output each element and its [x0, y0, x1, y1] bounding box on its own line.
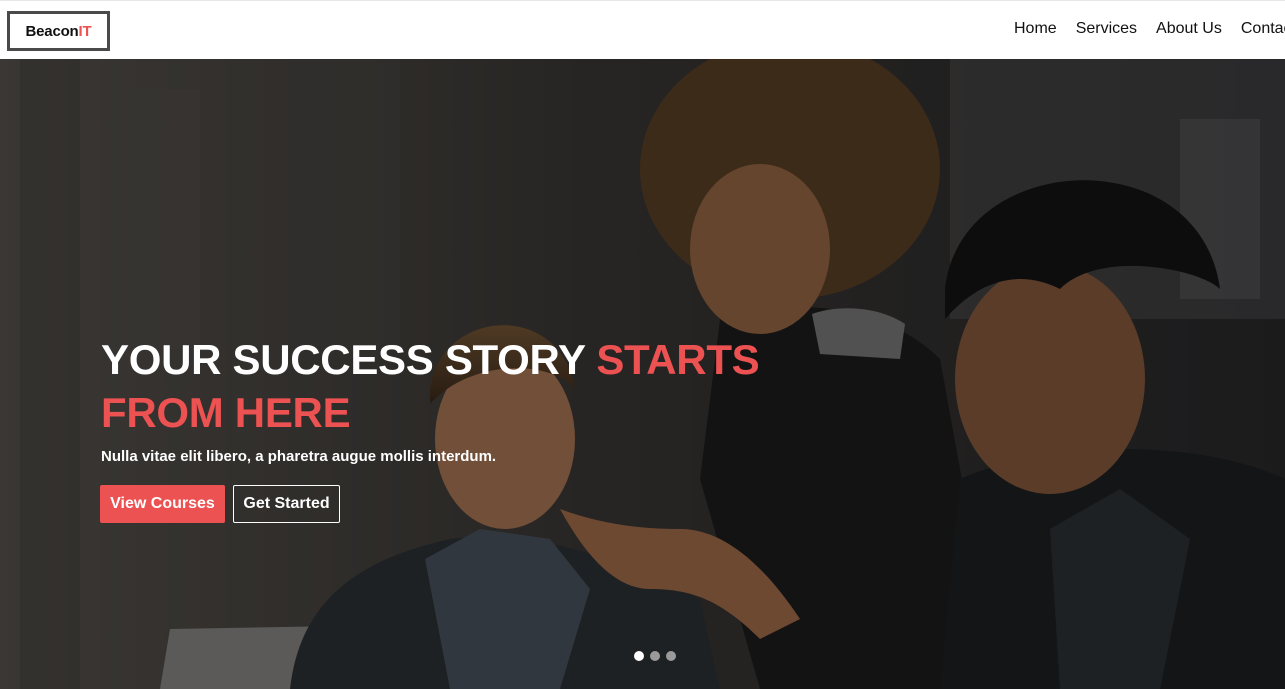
view-courses-button[interactable]: View Courses — [100, 485, 225, 523]
hero-subtitle: Nulla vitae elit libero, a pharetra augu… — [101, 448, 497, 465]
nav-item-about-us[interactable]: About Us — [1156, 20, 1222, 38]
nav-item-services[interactable]: Services — [1076, 20, 1137, 38]
hero-headline: YOUR SUCCESS STORY STARTS FROM HERE — [101, 333, 801, 439]
navbar: BeaconIT Home Services About Us Contact — [0, 0, 1285, 59]
brand-name-main: Beacon — [25, 22, 79, 40]
brand-logo[interactable]: Beacon IT — [7, 11, 110, 51]
hero-headline-main: YOUR SUCCESS STORY — [101, 336, 597, 383]
get-started-button[interactable]: Get Started — [233, 485, 340, 523]
main-nav: Home Services About Us Contact — [1014, 20, 1285, 38]
slider-pagination — [634, 651, 676, 661]
hero-slider: YOUR SUCCESS STORY STARTS FROM HERE Null… — [0, 59, 1285, 689]
slider-dot-2[interactable] — [650, 651, 660, 661]
slider-dot-1[interactable] — [634, 651, 644, 661]
slider-dot-3[interactable] — [666, 651, 676, 661]
nav-item-home[interactable]: Home — [1014, 20, 1057, 38]
nav-item-contact[interactable]: Contact — [1241, 20, 1285, 38]
brand-name-accent: IT — [78, 22, 92, 40]
